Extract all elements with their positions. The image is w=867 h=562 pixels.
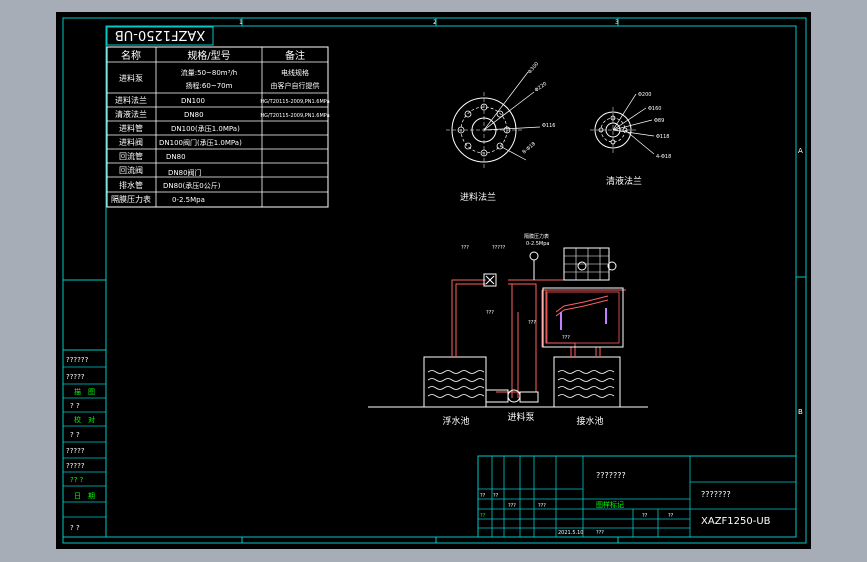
spec-row-name: 回流管 [119,151,143,161]
left-tank [423,356,487,408]
border-mark-a: A [798,147,803,155]
pipe-label: ??? [562,335,570,341]
pressure-gauge [529,251,539,280]
feed-flange-dim: 8-Φ18 [521,141,537,155]
left-column-cell: ????? [66,462,85,470]
drawing: 1 2 3 A B XAZF1250-UB 名称 规格/型号 备注 进料泵 流量… [62,17,807,544]
spec-row-spec: DN80(承压0公斤) [163,181,221,190]
drawing-name: ??????? [701,490,731,499]
border-mark-2: 2 [433,19,437,26]
spec-row-note: 由客户自行提供 [271,81,320,90]
title-cell: ?? [480,513,486,519]
title-bottom: ??? [596,530,604,536]
clear-flange: Φ200 Φ160 Φ89 Φ118 4-Φ18 清液法兰 [590,92,671,187]
spec-header-note: 备注 [285,49,305,62]
title-cell: ?? [668,513,674,519]
left-column-cell: ? ? [70,431,80,439]
spec-row-spec: DN80 [166,153,186,161]
pipe-label: ??? [486,310,494,316]
spec-row-note: HG/T20115-2009,PN1.6MPa [260,113,329,119]
clear-flange-dim: Φ200 [638,92,651,98]
left-tank-label: 浮水池 [442,415,469,427]
spec-row-name: 进料法兰 [115,95,147,105]
feed-flange-caption: 进料法兰 [460,191,496,203]
left-column-cell: ????? [66,373,85,381]
pipe-label: ????? [492,245,506,251]
left-column-cell: ????? [66,447,85,455]
spec-row-name: 回流阀 [119,165,143,175]
title-code: XAZF1250-UB [701,516,771,527]
drawing-code: XAZF1250-UB [115,27,205,42]
spec-row-name: 排水管 [119,180,143,190]
border-ticks [63,18,806,543]
right-tank [553,356,621,408]
feed-flange-dim: Φ220 [534,81,548,94]
spec-row-spec: DN100(承压1.0MPa) [171,124,240,133]
title-cell: ?? [480,493,486,499]
title-cell: ?? [642,513,648,519]
left-column-cell: ?? ? [70,476,84,484]
border-mark-b: B [798,408,803,416]
border-mark-3: 3 [615,19,619,26]
company-name: ??????? [596,471,626,480]
process-system: 隔膜压力表 0-2.5Mpa ??? ????? ??? ??? ??? 浮水池… [368,233,648,427]
spec-row-spec: DN80阀门 [168,168,202,177]
title-cell: ??? [508,503,516,509]
pump-label: 进料泵 [507,411,534,423]
title-cell: ?? [493,493,499,499]
border-mark-1: 1 [239,19,243,26]
left-column-cell: 校 对 [74,415,95,424]
spec-row-name: 隔膜压力表 [111,194,151,204]
spec-row-spec: DN100阀门(承压1.0MPa) [159,138,242,147]
gauge-label: 隔膜压力表 [524,233,549,240]
spec-row-name: 进料阀 [119,137,143,147]
spec-row-spec: 流量:50~80m³/h [181,68,237,77]
title-cell: ??? [538,503,546,509]
spec-row-spec: DN80 [184,111,204,119]
pipe-label: ??? [528,320,536,326]
gauge-range: 0-2.5Mpa [526,241,550,247]
spec-row-note: 电线规格 [281,68,309,77]
scale-label: 图样标记 [596,500,624,509]
feed-flange: Φ300 Φ220 Φ116 8-Φ18 进料法兰 [446,61,555,203]
spec-row-note: HG/T20115-2009,PN1.6MPa [260,99,329,105]
feed-flange-dim: Φ116 [542,123,555,129]
clear-flange-dim: Φ160 [648,106,661,112]
spec-row-spec: 0-2.5Mpa [172,196,205,204]
spec-table: 名称 规格/型号 备注 进料泵 流量:50~80m³/h 扬程:60~70m 电… [106,46,330,208]
left-column-cell: 日 期 [74,492,95,500]
left-column-cell: ? ? [70,524,80,532]
filter-vessel [542,247,624,348]
right-tank-label: 接水池 [576,415,603,427]
spec-header-model: 规格/型号 [187,49,230,62]
left-column-cell: ?????? [66,356,89,364]
clear-flange-caption: 清液法兰 [606,175,642,187]
sheet-date: 2021.5.10 [558,530,583,536]
clear-flange-dim: Φ89 [654,118,664,124]
title-block: ??????? ??????? XAZF1250-UB 图样标记 2021.5.… [477,455,797,538]
outer-frame [62,17,807,544]
spec-row-name: 进料泵 [119,73,143,83]
cad-canvas: 1 2 3 A B XAZF1250-UB 名称 规格/型号 备注 进料泵 流量… [56,12,811,549]
spec-header-name: 名称 [121,49,141,62]
left-column: ?????? ????? 描 图 ? ? 校 对 ? ? ????? ?????… [62,349,107,538]
pipe-label: ??? [461,245,469,251]
clear-flange-dim: Φ118 [656,134,669,140]
left-column-cell: 描 图 [74,387,95,396]
spec-row-spec: 扬程:60~70m [186,81,233,90]
clear-flange-dim: 4-Φ18 [656,154,671,160]
spec-row-name: 进料管 [119,123,143,133]
spec-row-name: 清液法兰 [115,109,147,119]
inner-frame [105,25,797,538]
left-column-cell: ? ? [70,402,80,410]
spec-row-spec: DN100 [181,97,205,105]
feed-flange-dim: Φ300 [527,61,540,75]
